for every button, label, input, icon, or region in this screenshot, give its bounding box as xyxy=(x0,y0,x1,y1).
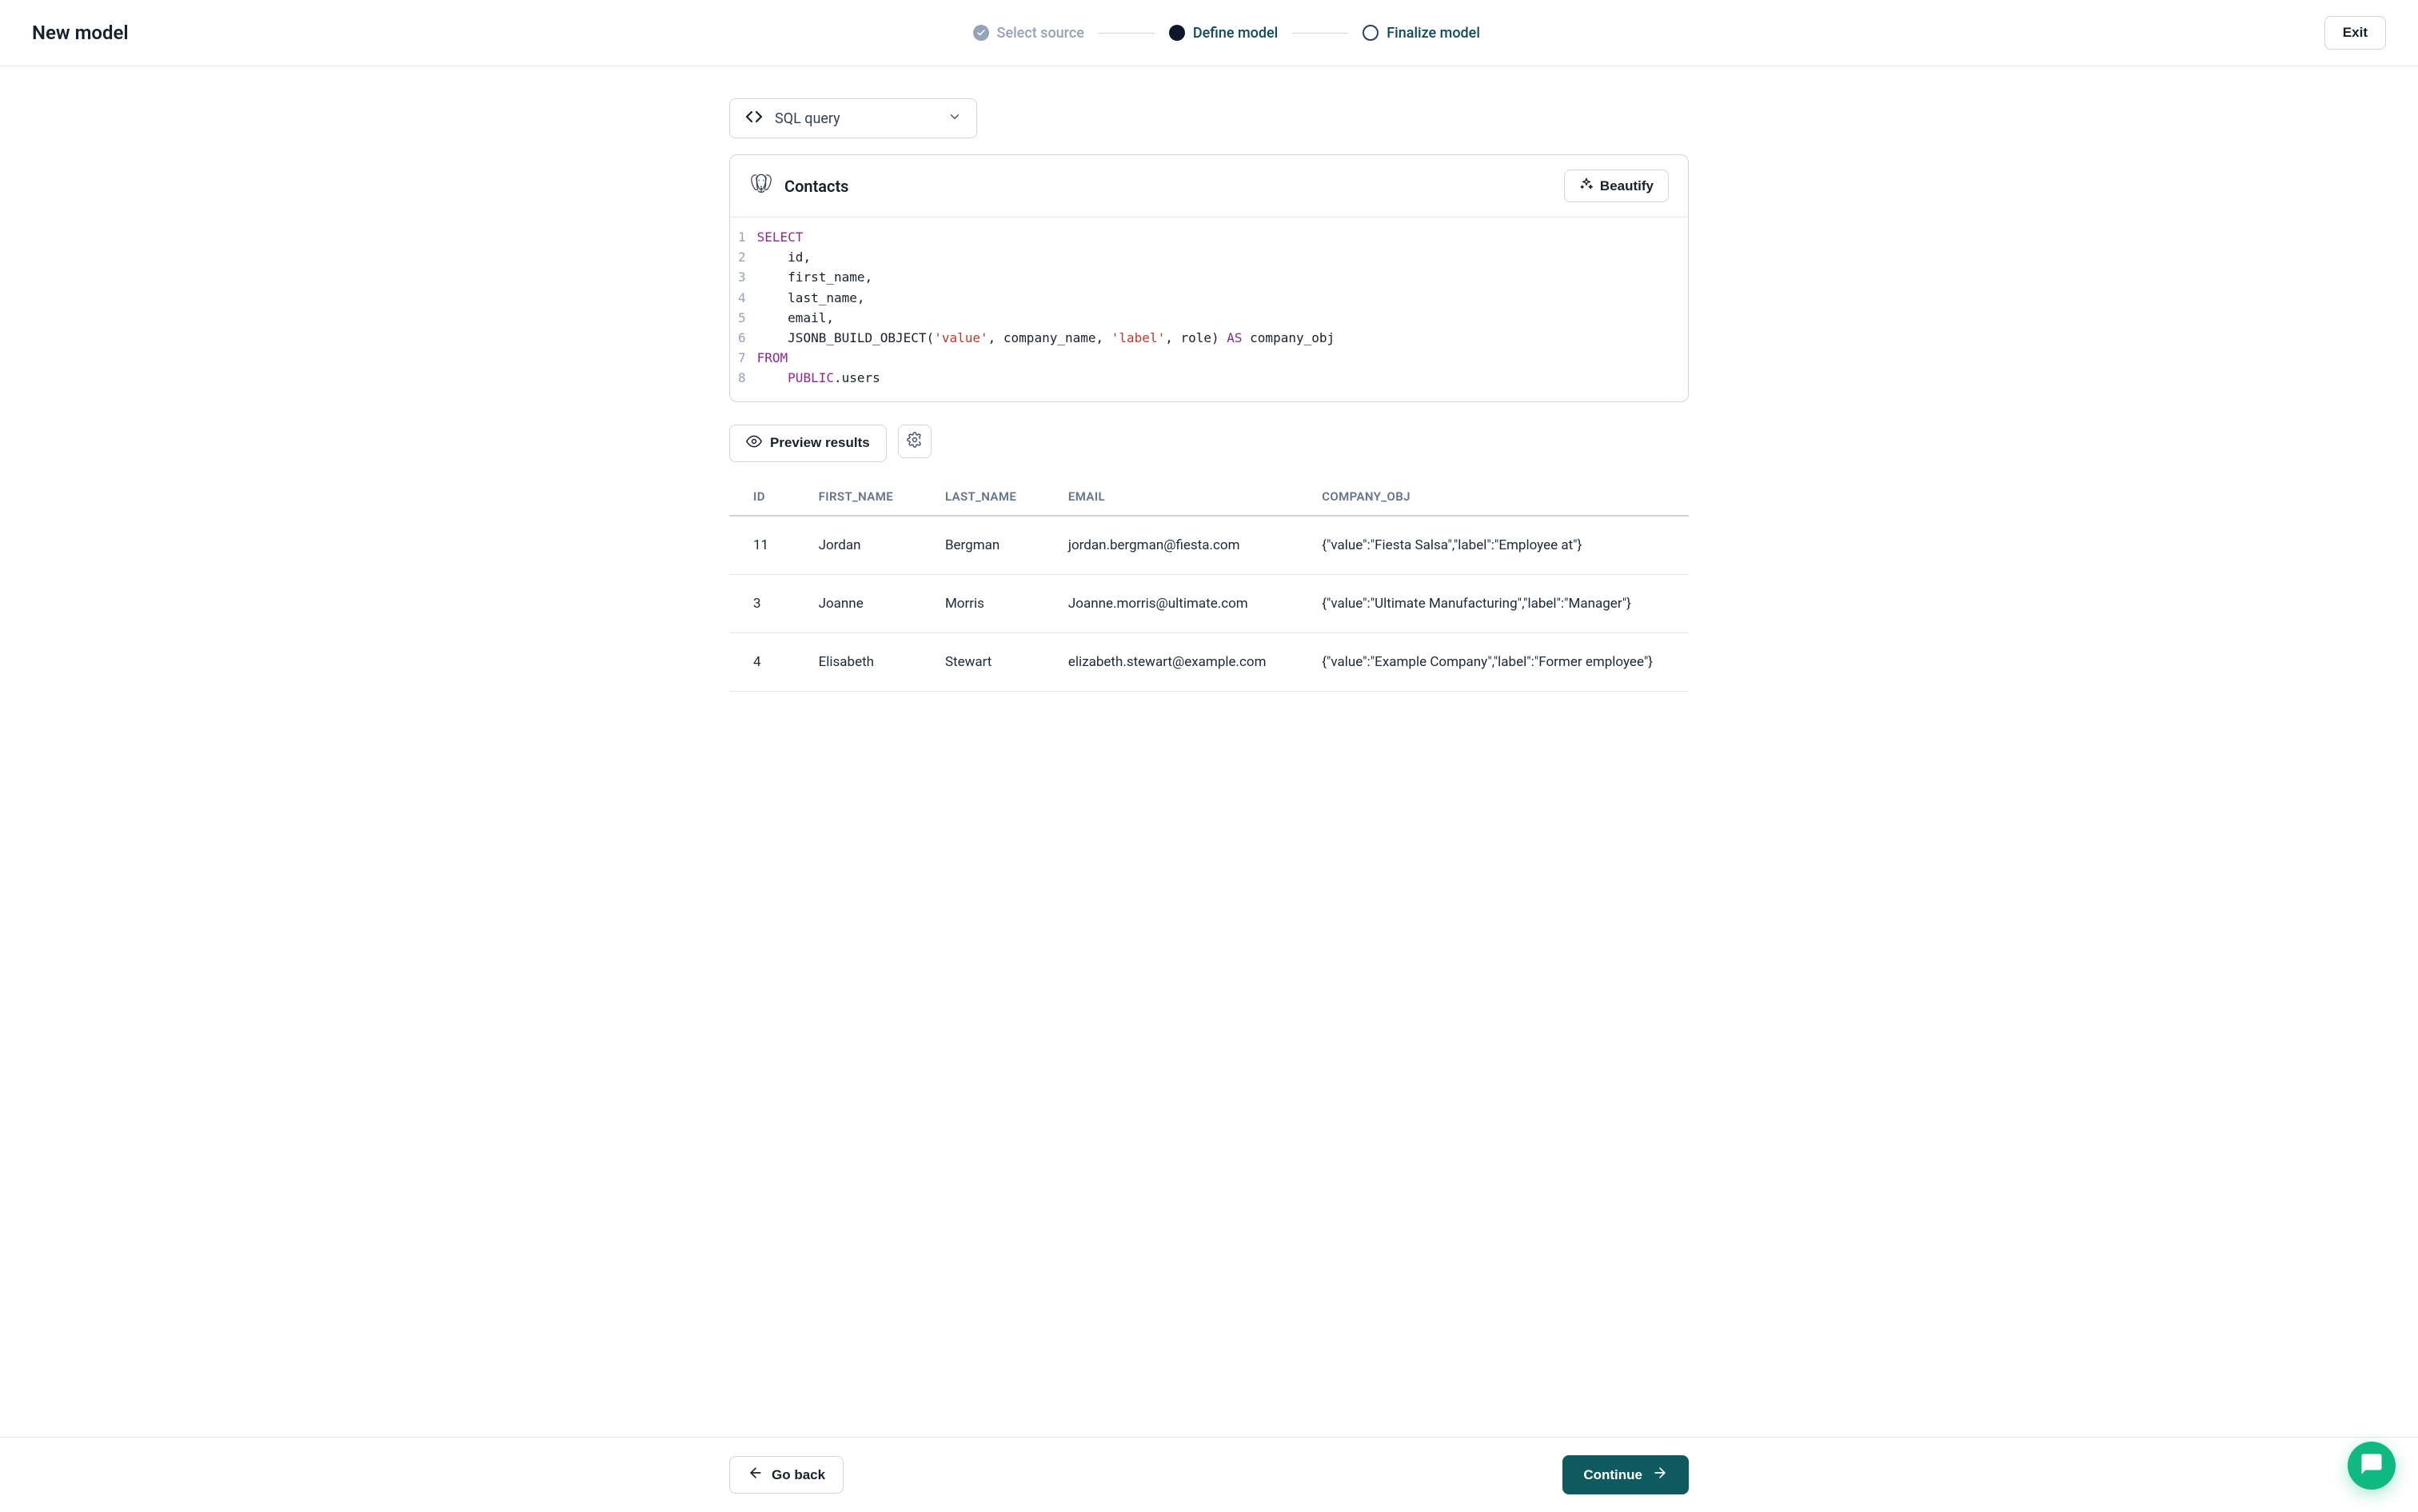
arrow-right-icon xyxy=(1652,1465,1668,1485)
chat-widget[interactable] xyxy=(2348,1442,2396,1490)
step-label: Define model xyxy=(1193,25,1278,42)
table-header-cell: ID xyxy=(729,478,795,516)
stepper: Select source Define model Finalize mode… xyxy=(973,25,1480,42)
check-icon xyxy=(973,25,989,41)
postgres-icon xyxy=(749,173,773,200)
gear-icon xyxy=(907,432,923,450)
table-cell: {"value":"Ultimate Manufacturing","label… xyxy=(1298,574,1689,632)
preview-label: Preview results xyxy=(770,435,870,451)
table-cell: 11 xyxy=(729,516,795,575)
line-gutter: 12345678 xyxy=(730,227,757,389)
table-cell: jordan.bergman@fiesta.com xyxy=(1044,516,1298,575)
table-cell: Joanne xyxy=(795,574,921,632)
table-row[interactable]: 3JoanneMorrisJoanne.morris@ultimate.com{… xyxy=(729,574,1689,632)
table-header-cell: FIRST_NAME xyxy=(795,478,921,516)
settings-button[interactable] xyxy=(898,425,932,458)
step-label: Select source xyxy=(997,25,1084,42)
results-table: IDFIRST_NAMELAST_NAMEEMAILCOMPANY_OBJ 11… xyxy=(729,478,1689,692)
table-cell: Joanne.morris@ultimate.com xyxy=(1044,574,1298,632)
dot-active-icon xyxy=(1169,25,1185,41)
source-type-label: SQL query xyxy=(775,110,840,127)
chat-icon xyxy=(2360,1452,2384,1479)
continue-label: Continue xyxy=(1583,1467,1642,1483)
code-content[interactable]: SELECT id, first_name, last_name, email,… xyxy=(757,227,1688,389)
table-cell: 3 xyxy=(729,574,795,632)
step-finalize-model: Finalize model xyxy=(1363,25,1480,42)
chevron-down-icon xyxy=(948,110,962,127)
table-header-row: IDFIRST_NAMELAST_NAMEEMAILCOMPANY_OBJ xyxy=(729,478,1689,516)
table-cell: {"value":"Fiesta Salsa","label":"Employe… xyxy=(1298,516,1689,575)
code-icon xyxy=(744,107,764,130)
table-cell: 4 xyxy=(729,632,795,691)
beautify-button[interactable]: Beautify xyxy=(1564,170,1669,202)
sparkles-icon xyxy=(1579,177,1594,195)
circle-pending-icon xyxy=(1363,25,1379,41)
footer-bar: Go back Continue xyxy=(0,1437,2418,1512)
table-header-cell: COMPANY_OBJ xyxy=(1298,478,1689,516)
table-row[interactable]: 11JordanBergmanjordan.bergman@fiesta.com… xyxy=(729,516,1689,575)
beautify-label: Beautify xyxy=(1600,178,1654,194)
editor-header: Contacts Beautify xyxy=(730,155,1688,217)
table-cell: Morris xyxy=(921,574,1044,632)
eye-icon xyxy=(746,433,762,453)
table-cell: {"value":"Example Company","label":"Form… xyxy=(1298,632,1689,691)
source-type-dropdown[interactable]: SQL query xyxy=(729,98,977,138)
main-content: SQL query Contacts xyxy=(697,66,1721,788)
sql-editor[interactable]: 12345678 SELECT id, first_name, last_nam… xyxy=(730,217,1688,401)
exit-button[interactable]: Exit xyxy=(2324,16,2386,50)
step-divider xyxy=(1099,33,1155,34)
step-define-model: Define model xyxy=(1169,25,1278,42)
step-divider xyxy=(1292,33,1348,34)
editor-title: Contacts xyxy=(784,177,848,196)
preview-results-button[interactable]: Preview results xyxy=(729,425,887,462)
table-cell: Elisabeth xyxy=(795,632,921,691)
arrow-left-icon xyxy=(748,1465,764,1485)
go-back-label: Go back xyxy=(772,1467,825,1483)
continue-button[interactable]: Continue xyxy=(1562,1455,1689,1494)
topbar: New model Select source Define model Fin… xyxy=(0,0,2418,66)
table-cell: Bergman xyxy=(921,516,1044,575)
step-label: Finalize model xyxy=(1387,25,1480,42)
step-select-source: Select source xyxy=(973,25,1084,42)
go-back-button[interactable]: Go back xyxy=(729,1456,844,1494)
table-cell: elizabeth.stewart@example.com xyxy=(1044,632,1298,691)
page-title: New model xyxy=(32,22,129,44)
table-cell: Jordan xyxy=(795,516,921,575)
table-row[interactable]: 4ElisabethStewartelizabeth.stewart@examp… xyxy=(729,632,1689,691)
table-header-cell: LAST_NAME xyxy=(921,478,1044,516)
table-header-cell: EMAIL xyxy=(1044,478,1298,516)
preview-actions: Preview results xyxy=(729,425,1689,462)
table-cell: Stewart xyxy=(921,632,1044,691)
sql-editor-card: Contacts Beautify 12345678 SELECT id, fi… xyxy=(729,154,1689,402)
